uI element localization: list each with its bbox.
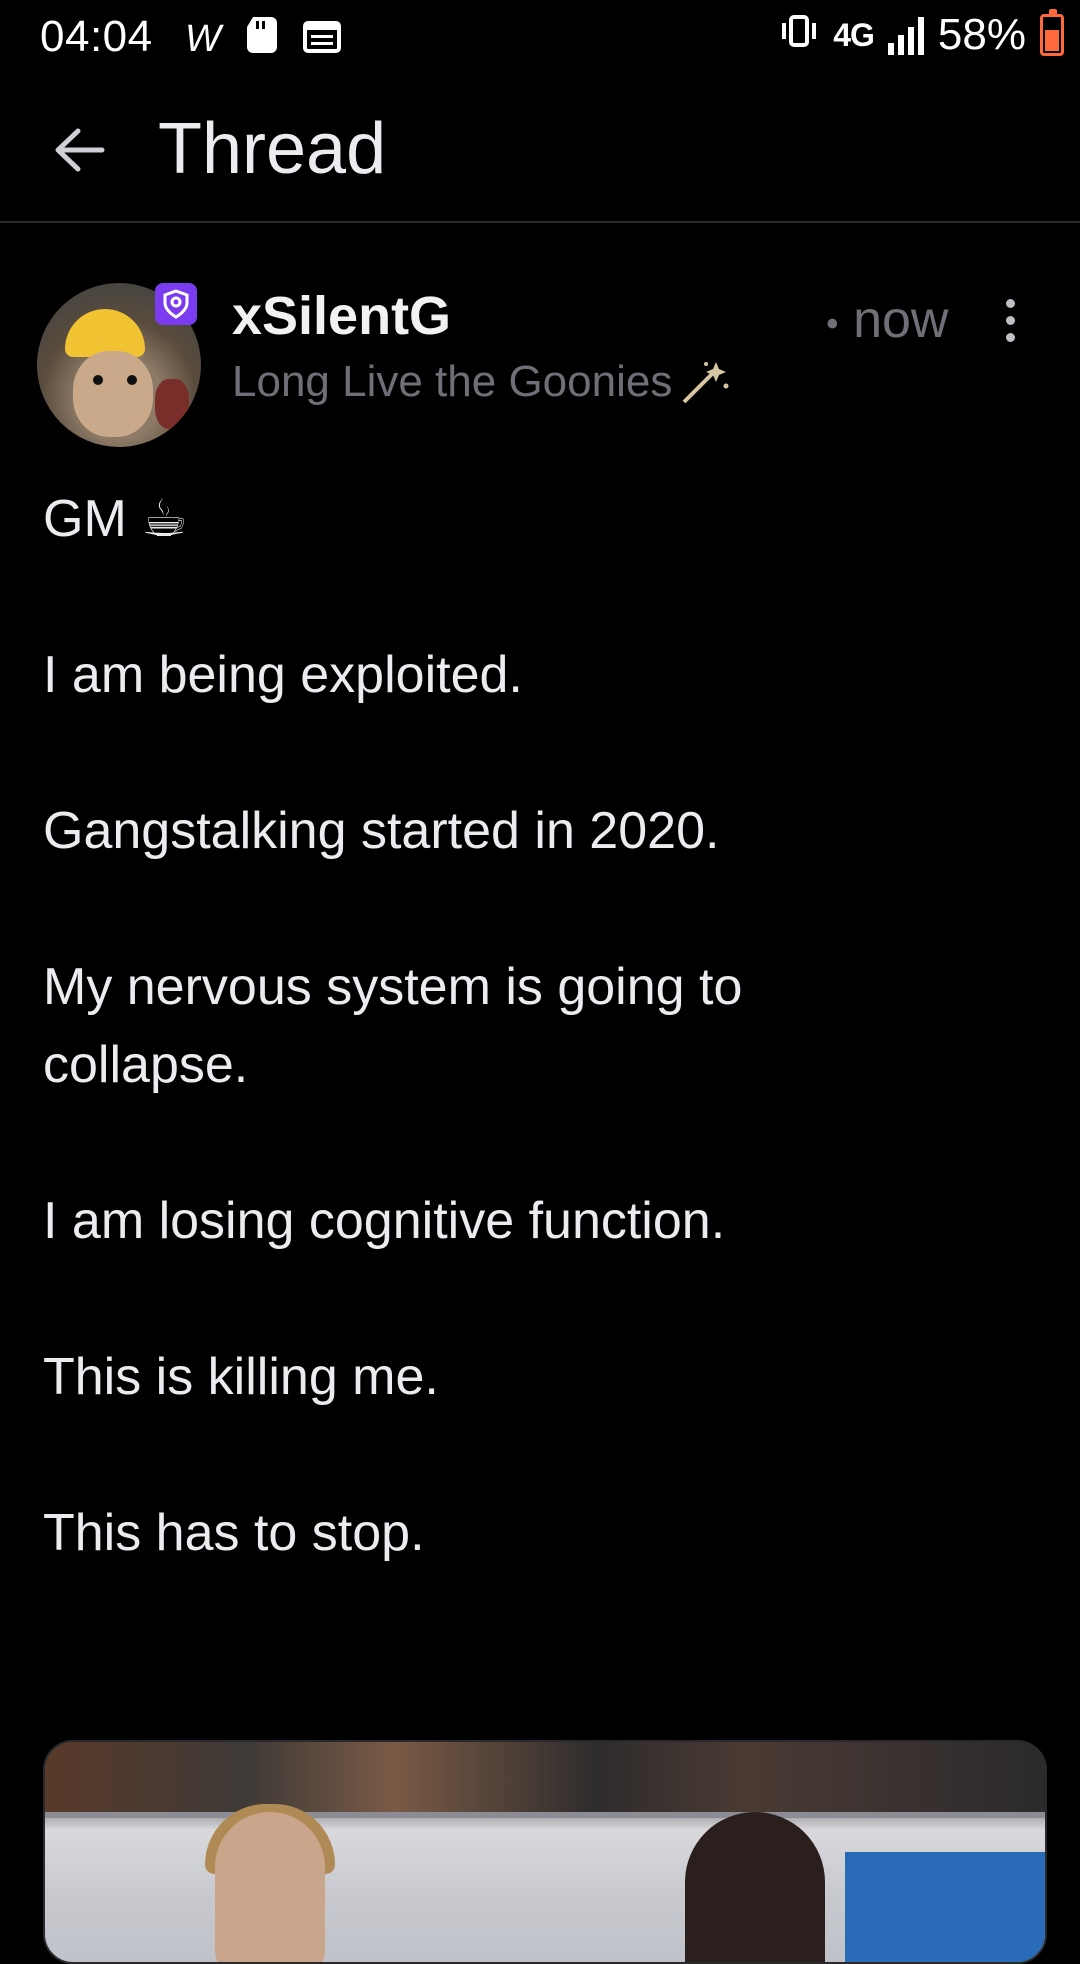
post-timestamp: • now bbox=[826, 290, 948, 350]
shield-badge-icon bbox=[155, 283, 197, 325]
author-username[interactable]: xSilentG bbox=[232, 285, 451, 347]
page-title: Thread bbox=[158, 109, 387, 189]
back-button[interactable] bbox=[44, 115, 114, 185]
more-vertical-icon bbox=[1005, 298, 1015, 308]
network-4g-icon: 4G bbox=[833, 16, 875, 53]
magic-wand-icon bbox=[682, 362, 729, 404]
vibrate-icon bbox=[779, 10, 819, 60]
timestamp-text: now bbox=[853, 291, 949, 349]
status-left-icons: W bbox=[185, 14, 341, 64]
post-line: My nervous system is going to collapse. bbox=[43, 958, 743, 1094]
battery-percent: 58% bbox=[937, 10, 1026, 59]
post-body: GM ☕ I am being exploited. Gangstalking … bbox=[43, 480, 1043, 1650]
time-separator: • bbox=[826, 302, 839, 344]
signal-icon bbox=[887, 15, 924, 55]
status-bar: 04:04 W 4G 58% bbox=[0, 0, 1080, 75]
status-time: 04:04 bbox=[40, 12, 153, 61]
more-options-button[interactable] bbox=[990, 295, 1030, 345]
bio-text: Long Live the Goonies bbox=[232, 357, 673, 406]
post-line: I am losing cognitive function. bbox=[43, 1192, 726, 1250]
top-app-bar: Thread bbox=[0, 75, 1080, 223]
post-line: This has to stop. bbox=[43, 1504, 425, 1562]
status-right-icons: 4G 58% bbox=[779, 9, 1064, 60]
sd-card-icon bbox=[246, 14, 277, 64]
calendar-icon bbox=[302, 14, 341, 64]
carrier-w-icon: W bbox=[185, 17, 221, 60]
battery-icon bbox=[1040, 9, 1064, 56]
post-line: This is killing me. bbox=[43, 1348, 439, 1406]
post-line: I am being exploited. bbox=[43, 646, 523, 704]
post-line: Gangstalking started in 2020. bbox=[43, 802, 720, 860]
arrow-left-icon bbox=[55, 128, 105, 172]
post-line: GM ☕ bbox=[43, 490, 188, 548]
post-media-image[interactable] bbox=[43, 1740, 1047, 1964]
author-bio: Long Live the Goonies bbox=[232, 357, 732, 407]
